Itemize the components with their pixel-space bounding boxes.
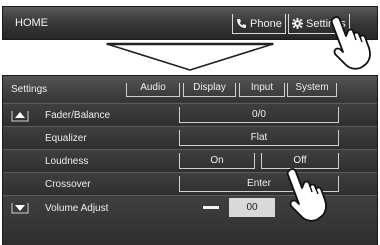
home-title: HOME: [15, 17, 48, 29]
tab-display[interactable]: Display: [183, 83, 236, 97]
settings-header: Settings Audio Display Input System: [3, 76, 377, 102]
scroll-down-icon: [11, 203, 29, 214]
pointing-hand-icon: [278, 166, 332, 227]
equalizer-value: Flat: [250, 132, 268, 143]
minus-icon: [203, 206, 219, 209]
tab-input-label: Input: [250, 82, 274, 93]
equalizer-value-button[interactable]: Flat: [179, 130, 339, 146]
loudness-on-button[interactable]: On: [179, 153, 255, 169]
crossover-enter-label: Enter: [247, 178, 271, 189]
tab-system[interactable]: System: [287, 83, 337, 97]
fader-balance-value-button[interactable]: 0/0: [179, 107, 339, 123]
loudness-label: Loudness: [45, 156, 89, 167]
phone-button-label: Phone: [250, 17, 282, 30]
scroll-up-button[interactable]: [11, 108, 29, 122]
fader-balance-value: 0/0: [252, 109, 266, 120]
tab-audio[interactable]: Audio: [126, 83, 180, 97]
pointing-hand-icon: [322, 14, 376, 75]
loudness-off-label: Off: [293, 155, 307, 166]
tab-audio-label: Audio: [140, 82, 166, 93]
setting-row-fader-balance: Fader/Balance 0/0: [3, 103, 377, 126]
loudness-on-label: On: [210, 155, 224, 166]
settings-title: Settings: [11, 84, 48, 95]
volume-adjust-label: Volume Adjust: [45, 203, 109, 214]
tab-system-label: System: [295, 82, 329, 93]
volume-adjust-value-text: 00: [246, 202, 258, 213]
volume-minus-button[interactable]: [199, 200, 223, 216]
scroll-down-button[interactable]: [11, 200, 29, 214]
gear-icon: [292, 18, 303, 29]
tab-display-label: Display: [193, 82, 226, 93]
phone-button[interactable]: Phone: [232, 14, 286, 34]
volume-adjust-value: 00: [229, 198, 275, 217]
tab-input[interactable]: Input: [239, 83, 285, 97]
down-arrow-icon: [105, 42, 275, 77]
fader-balance-label: Fader/Balance: [45, 110, 111, 121]
scroll-up-icon: [11, 111, 29, 122]
crossover-label: Crossover: [45, 179, 91, 190]
equalizer-label: Equalizer: [45, 133, 87, 144]
setting-row-equalizer: Equalizer Flat: [3, 126, 377, 149]
phone-icon: [236, 18, 247, 29]
